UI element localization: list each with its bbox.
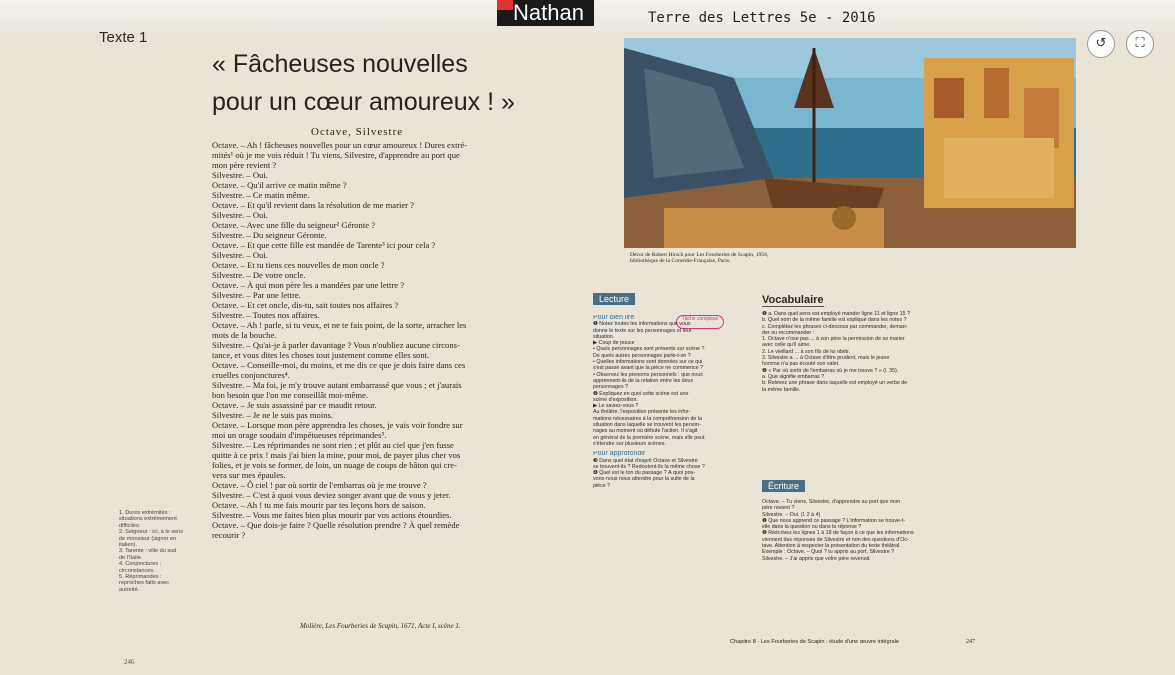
play-line: Octave. – Je suis assassiné par ce maudi… <box>212 400 377 410</box>
play-line: Octave. – Ô ciel ! par où sortir de l'em… <box>212 480 427 490</box>
play-line: vera sur mes épaules. <box>212 470 286 480</box>
play-line: Octave. – Que dois-je faire ? Quelle rés… <box>212 520 460 530</box>
play-line: moi un orage soudain d'impétueuses répri… <box>212 430 387 440</box>
lecture-questions: ❶ Notez toutes les informations que vous… <box>593 321 758 447</box>
play-line: Octave. – À qui mon père les a mandées p… <box>212 280 405 290</box>
play-line: recourir ? <box>212 530 246 540</box>
play-line: Silvestre. – Qu'ai-je à parler davantage… <box>212 340 460 350</box>
lecture-column: Pour bien lire ❶ Notez toutes les inform… <box>593 315 758 489</box>
lecture-heading: Lecture <box>593 293 636 305</box>
play-line: mon père revient ? <box>212 160 277 170</box>
fullscreen-icon: ⛶ <box>1135 36 1145 51</box>
stage-set-painting <box>624 38 1076 248</box>
play-line: Silvestre. – C'est à quoi vous deviez so… <box>212 490 451 500</box>
play-line: Silvestre. – Oui. <box>212 170 268 180</box>
play-line: Silvestre. – Toutes nos affaires. <box>212 310 320 320</box>
play-line: Silvestre. – Vous me faites bien plus mo… <box>212 510 452 520</box>
play-line: Octave. – Qu'il arrive ce matin même ? <box>212 180 347 190</box>
ecriture-line: Silvestre. – J'ai appris que votre père … <box>762 555 871 562</box>
page-title: « Fâcheuses nouvelles pour un cœur amour… <box>212 45 515 121</box>
play-line: quitte à ce prix ! mais j'ai bien la min… <box>212 450 461 460</box>
play-line: Silvestre. – Par une lettre. <box>212 290 301 300</box>
page-number-left: 246 <box>124 658 135 666</box>
play-line: Octave. – Et qu'il revient dans la résol… <box>212 200 414 210</box>
rotate-button[interactable]: ↺ <box>1087 30 1115 58</box>
play-line: mités¹ où je me vois réduit ! Tu viens, … <box>212 150 460 160</box>
play-text: Octave. – Ah ! fâcheuses nouvelles pour … <box>212 140 540 540</box>
book-title: Terre des Lettres 5e - 2016 <box>648 10 876 26</box>
play-line: Octave. – Avec une fille du seigneur² Gé… <box>212 220 376 230</box>
play-line: Octave. – Et tu tiens ces nouvelles de m… <box>212 260 385 270</box>
play-line: Octave. – Ah ! tu me fais mourir par tes… <box>212 500 426 510</box>
play-line: Octave. – Ah ! parle, si tu veux, et ne … <box>212 320 467 330</box>
rotate-icon: ↺ <box>1095 36 1107 51</box>
ecriture-exercises: Octave. – Tu viens, Silvestre, d'apprend… <box>762 499 962 562</box>
play-line: Silvestre. – Je ne le suis pas moins. <box>212 410 334 420</box>
play-line: Octave. – Et que cette fille est mandée … <box>212 240 436 250</box>
approfondir-line: pièce ? <box>593 482 611 489</box>
vocabulaire-exercises: ❶ a. Dans quel sens est employé mander l… <box>762 311 962 393</box>
logo-mark <box>497 0 513 10</box>
glossary-line: autorité. <box>119 586 140 593</box>
fullscreen-button[interactable]: ⛶ <box>1126 30 1154 58</box>
play-line: folies, et je vois se former, de loin, u… <box>212 460 457 470</box>
play-line: mots de la bouche. <box>212 330 277 340</box>
play-line: Silvestre. – Du seigneur Géronte. <box>212 230 327 240</box>
speakers-heading: Octave, Silvestre <box>311 126 404 138</box>
vocab-line: la même famille. <box>762 386 801 393</box>
chapter-footer: Chapitre 8 · Les Fourberies de Scapin : … <box>730 639 899 645</box>
play-line: Octave. – Conseille-moi, du moins, et me… <box>212 360 466 370</box>
play-line: Octave. – Et cet oncle, dis-tu, sait tou… <box>212 300 399 310</box>
play-line: Silvestre. – Ma foi, je m'y trouve autan… <box>212 380 462 390</box>
source-citation: Molière, Les Fourberies de Scapin, 1671,… <box>300 622 461 630</box>
approfondir-questions: ❸ Dans quel état d'esprit Octave et Silv… <box>593 458 758 489</box>
play-line: cruelles conjonctures⁴. <box>212 370 290 380</box>
lecture-line: s'étendre sur plusieurs scènes. <box>593 440 666 447</box>
caption-line-2: bibliothèque de la Comédie-Française, Pa… <box>630 258 731 264</box>
play-line: Octave. – Ah ! fâcheuses nouvelles pour … <box>212 140 468 150</box>
play-line: Silvestre. – De votre oncle. <box>212 270 306 280</box>
painting-caption: Décor de Robert Hirsch pour Les Fourberi… <box>630 252 768 264</box>
page-number-right: 247 <box>966 639 975 645</box>
play-line: Silvestre. – Les réprimandes ne sont rie… <box>212 440 454 450</box>
ecriture-heading: Écriture <box>762 480 806 492</box>
vocabulaire-heading: Vocabulaire <box>762 294 824 307</box>
play-line: Octave. – Lorsque mon père apprendra les… <box>212 420 463 430</box>
glossary-notes: 1. Dures extrémités : situations extrêmem… <box>119 510 205 593</box>
text-number-label: Texte 1 <box>99 29 148 46</box>
title-line-1: « Fâcheuses nouvelles <box>212 50 468 78</box>
play-line: tance, et vous dites les choses tout jus… <box>212 350 430 360</box>
play-line: Silvestre. – Oui. <box>212 210 268 220</box>
title-line-2: pour un cœur amoureux ! » <box>212 88 515 116</box>
play-line: Silvestre. – Ce matin même. <box>212 190 310 200</box>
play-line: Silvestre. – Oui. <box>212 250 268 260</box>
play-line: bon besoin que l'on me conseillât moi-mê… <box>212 390 368 400</box>
